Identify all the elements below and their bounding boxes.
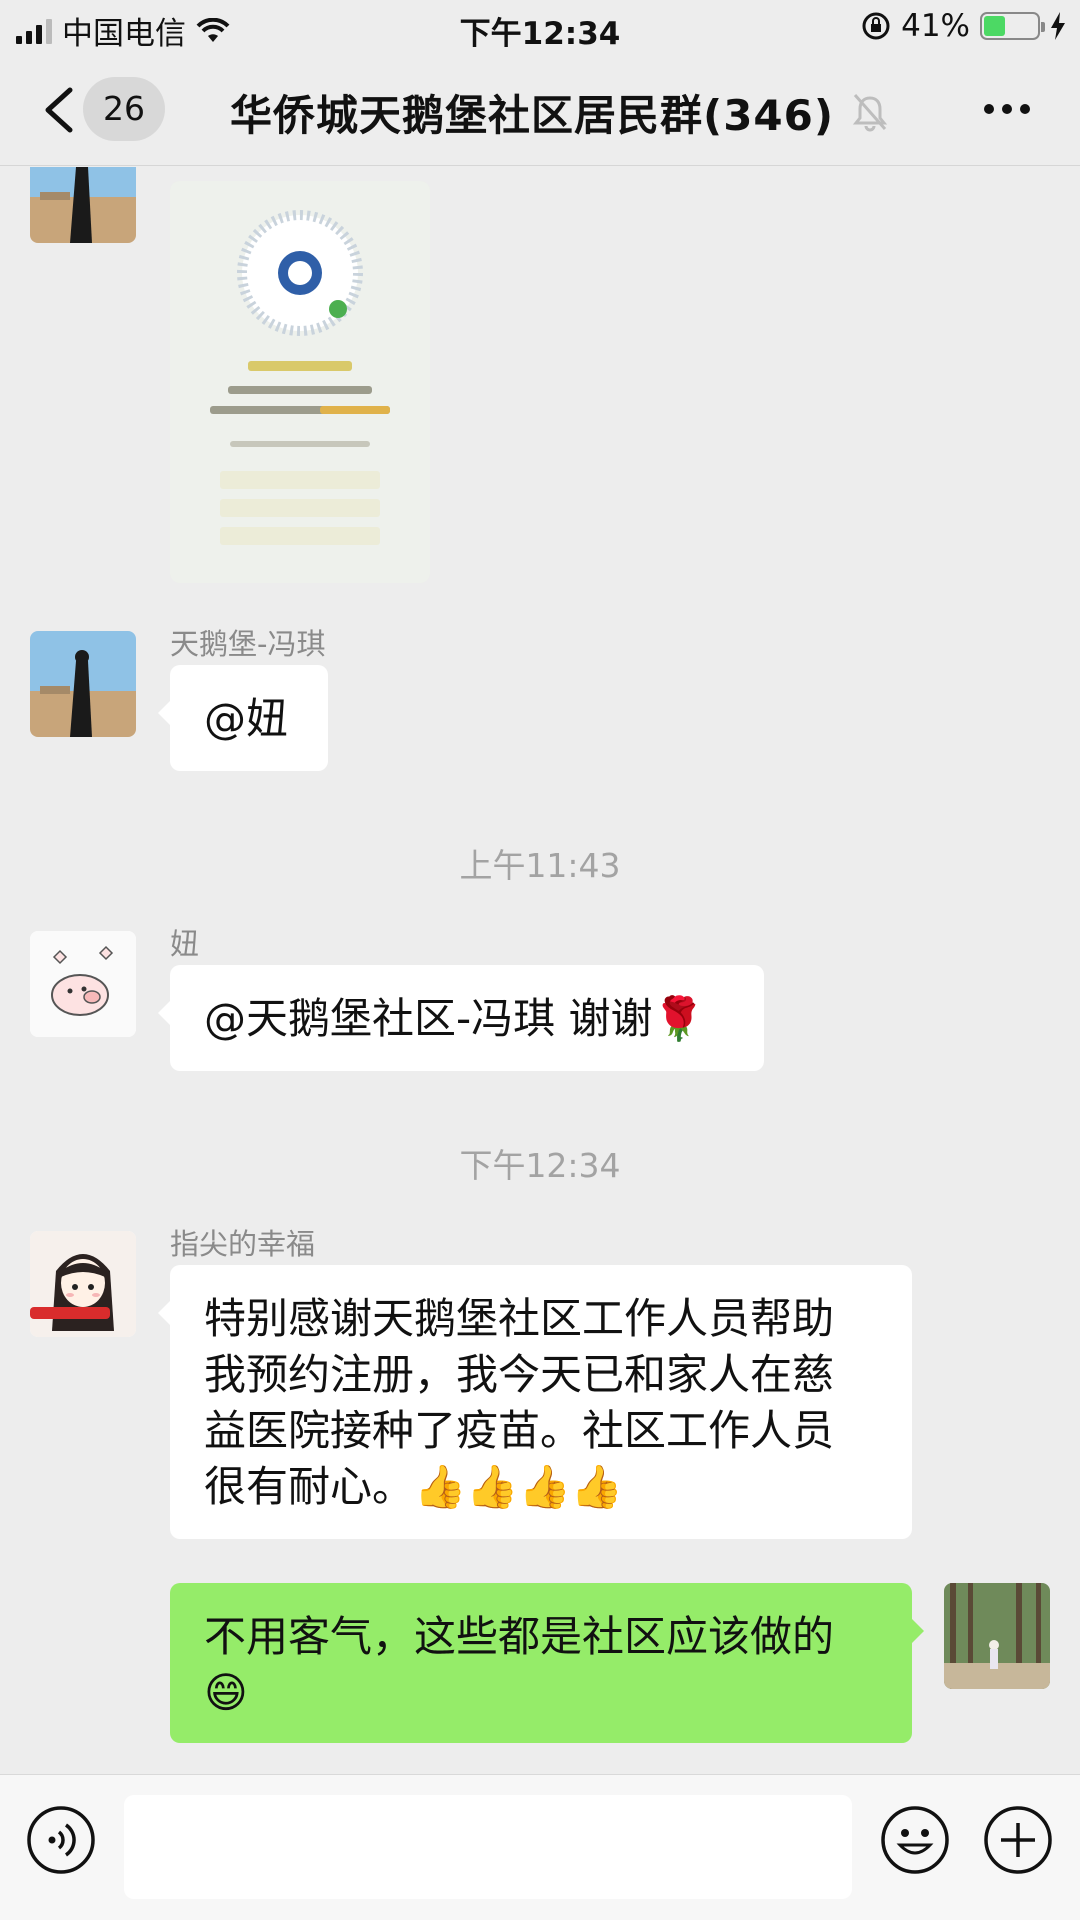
rotation-lock-icon (862, 12, 890, 40)
message-text-line: 我预约注册，我今天已和家人在慈 (204, 1350, 835, 1399)
avatar-desert-photo (30, 631, 136, 737)
qr-code-image[interactable] (170, 181, 430, 583)
chat-header: 26 华侨城天鹅堡社区居民群(346) (0, 52, 1080, 166)
battery-level-fill (984, 16, 1006, 36)
message-text-line: 不用客气，这些都是社区应该做的 (204, 1612, 835, 1661)
own-message-bubble[interactable]: 不用客气，这些都是社区应该做的 😄 (170, 1583, 924, 1743)
message-input[interactable] (124, 1795, 852, 1899)
status-right: 41% (861, 8, 1066, 44)
message-bubble[interactable]: @妞 (158, 665, 328, 771)
avatar[interactable] (30, 931, 136, 1037)
message-text-line: 很有耐心。👍👍👍👍 (204, 1462, 624, 1511)
chat-message-list[interactable]: 天鹅堡-冯琪 @妞 上午11:43 妞 @天鹅堡社区-冯琪 谢谢🌹 下午12:3… (0, 167, 1080, 1774)
own-avatar[interactable] (944, 1583, 1050, 1689)
message-text-line: 😄 (204, 1668, 248, 1717)
avatar-forest-photo (944, 1583, 1050, 1689)
more-icon[interactable] (984, 104, 1030, 114)
battery-percent: 41% (901, 8, 970, 44)
avatar[interactable] (30, 1231, 136, 1337)
avatar-pig-cartoon (30, 931, 136, 1037)
input-bar (0, 1774, 1080, 1920)
chat-title: 华侨城天鹅堡社区居民群(346) (230, 91, 835, 140)
chevron-left-icon[interactable] (40, 86, 78, 134)
avatar-desert-photo (30, 167, 136, 243)
avatar[interactable] (30, 167, 136, 243)
timestamp: 下午12:34 (459, 1146, 621, 1185)
avatar-girl-cartoon (30, 1231, 136, 1337)
message-text-line: 益医院接种了疫苗。社区工作人员 (204, 1406, 835, 1455)
charging-bolt-icon (1051, 12, 1065, 40)
timestamp: 上午11:43 (459, 846, 621, 885)
qr-poster-graphic (170, 181, 430, 583)
unread-count-badge[interactable]: 26 (83, 77, 165, 141)
message-text: @天鹅堡社区-冯琪 谢谢🌹 (204, 994, 705, 1043)
voice-icon[interactable] (26, 1805, 96, 1875)
emoji-icon[interactable] (880, 1805, 950, 1875)
plus-icon[interactable] (983, 1805, 1053, 1875)
message-bubble[interactable]: @天鹅堡社区-冯琪 谢谢🌹 (158, 965, 764, 1071)
message-text-line: 特别感谢天鹅堡社区工作人员帮助 (204, 1294, 835, 1343)
message-bubble[interactable]: 特别感谢天鹅堡社区工作人员帮助 我预约注册，我今天已和家人在慈 益医院接种了疫苗… (158, 1265, 912, 1539)
sender-name: 天鹅堡-冯琪 (170, 627, 326, 661)
avatar[interactable] (30, 631, 136, 737)
battery-icon (980, 12, 1045, 40)
status-bar: 中国电信 下午12:34 41% (0, 0, 1080, 52)
sender-name: 妞 (170, 927, 200, 961)
message-text: @妞 (204, 694, 289, 743)
bell-muted-icon (852, 94, 888, 132)
sender-name: 指尖的幸福 (170, 1227, 316, 1261)
